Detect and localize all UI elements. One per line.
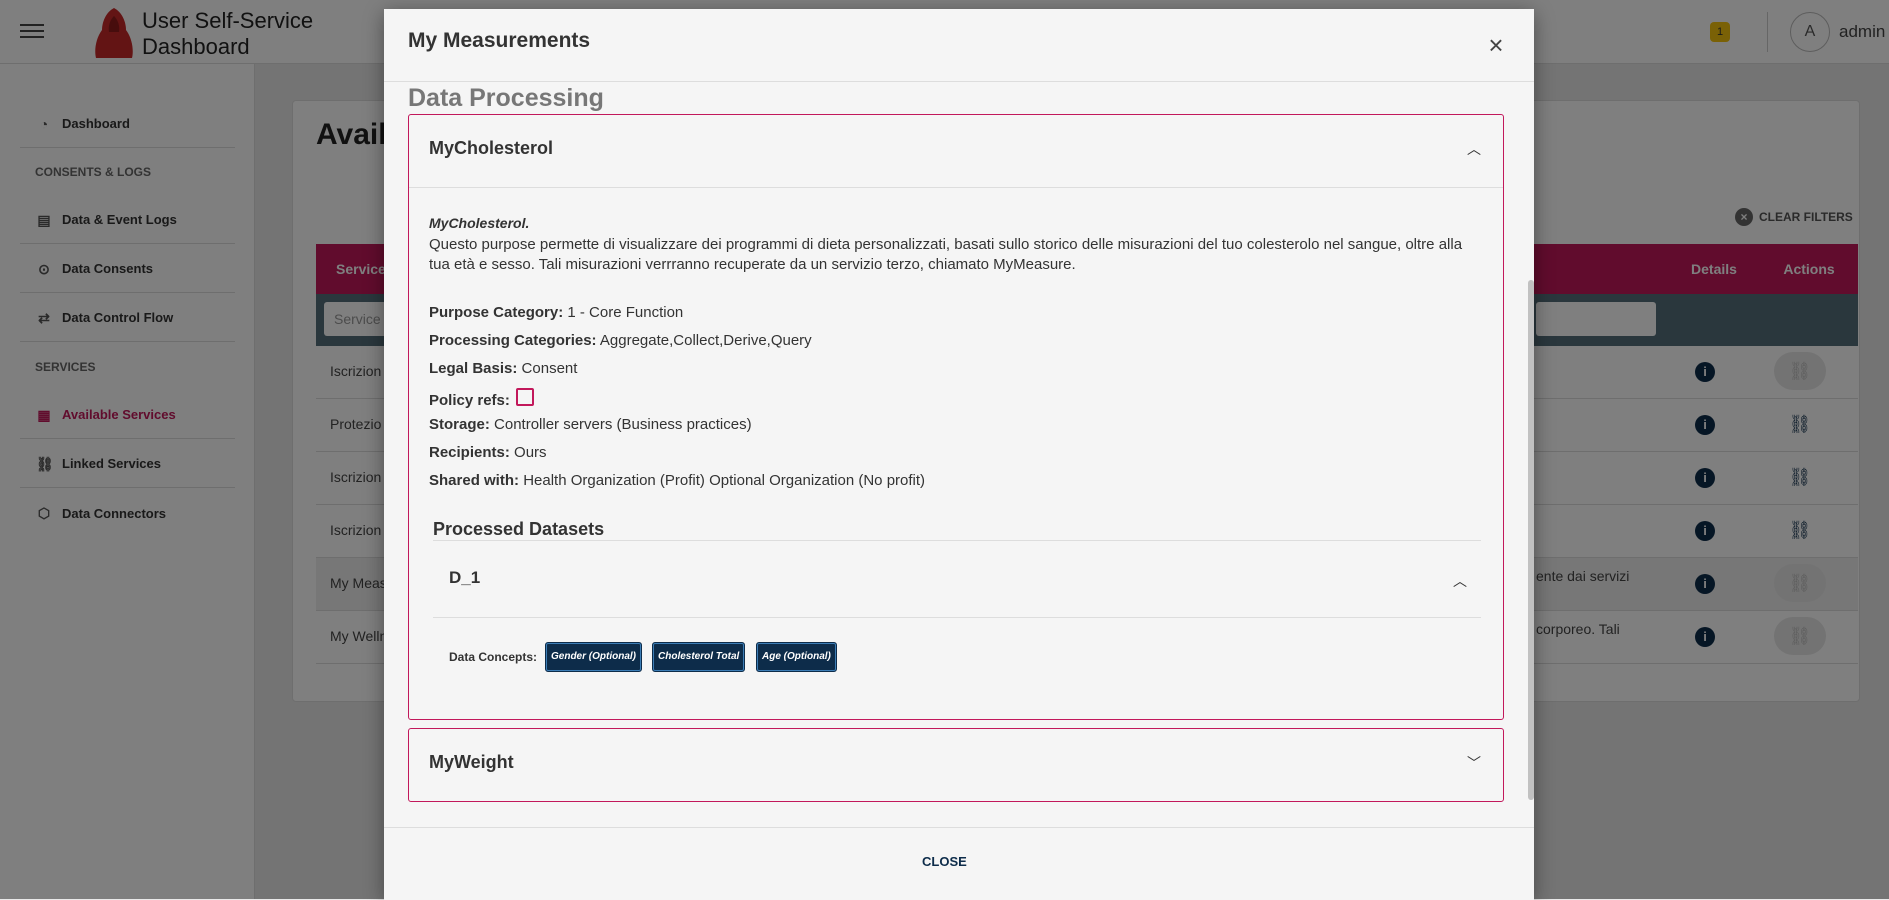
dialog-body[interactable]: Data Processing MyCholesterol ︿ MyCholes…: [384, 82, 1534, 836]
concept-chip: Cholesterol Total: [652, 642, 746, 672]
divider: [433, 617, 1481, 618]
storage: Storage: Controller servers (Business pr…: [429, 416, 752, 433]
processing-categories: Processing Categories: Aggregate,Collect…: [429, 332, 812, 349]
dialog-footer: CLOSE: [384, 827, 1534, 900]
divider: [409, 187, 1503, 188]
dialog-title: My Measurements: [408, 29, 591, 52]
external-link-icon[interactable]: [515, 388, 534, 406]
purpose-header[interactable]: MyCholesterol ︿: [409, 115, 1503, 187]
dialog-header: My Measurements ×: [384, 9, 1534, 82]
shared-with: Shared with: Health Organization (Profit…: [429, 472, 926, 489]
chevron-up-icon[interactable]: ︿: [1453, 571, 1467, 591]
section-title: Data Processing: [408, 84, 604, 112]
close-icon[interactable]: ×: [1478, 27, 1514, 63]
purpose-panel-mycholesterol: MyCholesterol ︿ MyCholesterol. Questo pu…: [408, 114, 1504, 720]
chevron-down-icon: ﹀: [1467, 755, 1481, 771]
purpose-category: Purpose Category: 1 - Core Function: [429, 304, 684, 321]
purpose-description: Questo purpose permette di visualizzare …: [429, 236, 1463, 273]
dataset-header[interactable]: D_1: [449, 568, 480, 588]
divider: [433, 540, 1481, 541]
processed-datasets-title: Processed Datasets: [433, 519, 605, 539]
chevron-up-icon: ︿: [1467, 141, 1481, 157]
purpose-title: MyCholesterol: [429, 138, 554, 158]
policy-refs: Policy refs:: [429, 387, 534, 411]
close-button[interactable]: CLOSE: [922, 854, 967, 869]
recipients: Recipients: Ours: [429, 444, 547, 461]
measurements-dialog: My Measurements × Data Processing MyChol…: [384, 9, 1534, 900]
concept-chip: Gender (Optional): [545, 642, 642, 672]
scrollbar[interactable]: [1528, 280, 1534, 800]
purpose-panel-myweight[interactable]: MyWeight ﹀: [408, 728, 1504, 802]
legal-basis: Legal Basis: Consent: [429, 360, 578, 377]
purpose-title: MyWeight: [429, 752, 514, 772]
purpose-header[interactable]: MyWeight ﹀: [409, 729, 1503, 801]
purpose-name: MyCholesterol.: [429, 215, 530, 231]
concept-chip: Age (Optional): [756, 642, 837, 672]
data-concepts-label: Data Concepts:: [449, 650, 538, 664]
